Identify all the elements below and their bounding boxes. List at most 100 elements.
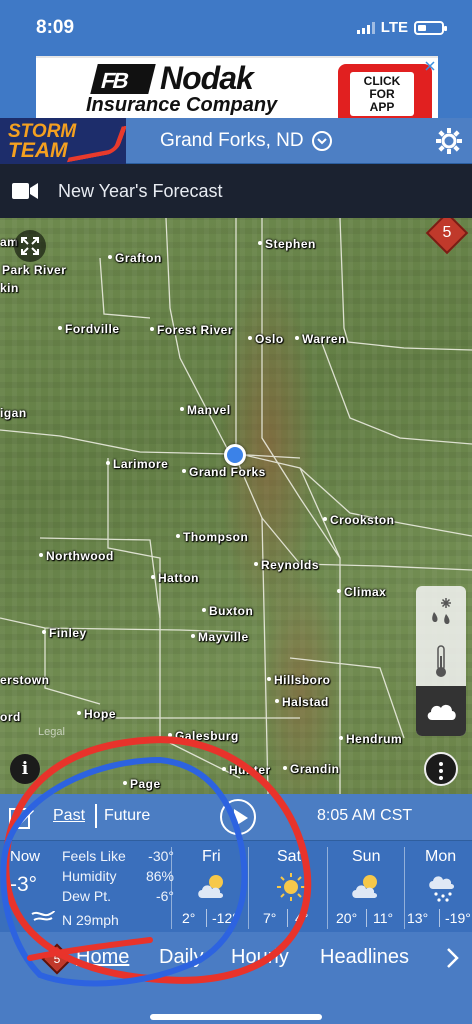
day-low: 4° — [295, 910, 309, 926]
play-button[interactable] — [220, 799, 256, 835]
alert-count: 5 — [442, 224, 452, 241]
map-town-label: Hunter — [222, 763, 271, 777]
chevron-right-icon[interactable] — [444, 946, 462, 970]
cloud-icon — [427, 704, 456, 720]
map-layer-selector — [416, 586, 466, 736]
map-town-label: Mayville — [191, 630, 249, 644]
map-town-label: Hope — [77, 707, 116, 721]
day-name: Fri — [202, 848, 221, 865]
precipitation-icon — [432, 598, 451, 624]
now-label: Now — [10, 848, 41, 865]
humidity-label: Humidity — [62, 868, 117, 884]
map-town-label: Stephen — [258, 237, 316, 251]
layer-clouds-button[interactable] — [416, 686, 466, 736]
road-network — [0, 218, 472, 794]
day-high: 20° — [336, 910, 358, 926]
chevron-down-icon — [311, 131, 332, 151]
map-town-label: Grandin — [283, 762, 340, 776]
nav-hourly[interactable]: Hourly — [231, 946, 289, 969]
past-toggle[interactable]: Past — [53, 807, 85, 825]
ad-logo: FB — [90, 64, 156, 94]
network-type: LTE — [380, 19, 408, 36]
toggle-divider — [95, 804, 97, 828]
nav-alert-count: 5 — [53, 952, 61, 966]
day-low: -19° — [445, 910, 471, 926]
clock: 8:09 — [36, 17, 75, 38]
layer-precip-button[interactable] — [416, 586, 466, 636]
day-high: 7° — [263, 910, 277, 926]
storm-team-logo: STORM TEAM — [0, 118, 126, 164]
map-town-label: Larimore — [105, 457, 169, 471]
day-name: Sun — [352, 848, 381, 865]
map-town-label: Forest River — [149, 323, 234, 337]
forecast-strip: Now -3° Feels Like -30° Humidity 86% Dew P… — [0, 840, 472, 932]
map-town-label: Grafton — [108, 251, 162, 265]
signal-icon — [356, 21, 375, 34]
map-town-label: Galesburg — [168, 729, 239, 743]
map-town-label: Hendrum — [338, 732, 403, 746]
sunny-icon — [277, 873, 305, 901]
wind-icon — [31, 910, 55, 921]
ad-cta-button[interactable]: CLICK FOR APP — [338, 64, 432, 120]
day-low: -12° — [212, 910, 238, 926]
partly-cloudy-icon — [352, 875, 377, 898]
network-status: LTE — [356, 19, 447, 36]
info-button[interactable]: i — [10, 754, 40, 784]
nav-home[interactable]: Home — [76, 946, 129, 969]
gear-icon[interactable] — [434, 126, 464, 156]
playback-bar: Past Future 8:05 AM CST — [0, 794, 472, 840]
app-header: STORM TEAM Grand Forks, ND — [0, 118, 472, 164]
feels-like-label: Feels Like — [62, 848, 126, 864]
future-toggle[interactable]: Future — [104, 807, 150, 825]
map-town-label: Climax — [336, 585, 387, 599]
legal-link[interactable]: Legal — [38, 726, 65, 738]
day-low: 11° — [373, 910, 394, 926]
map-town-label: Halstad — [275, 695, 329, 709]
current-conditions: Feels Like -30° Humidity 86% Dew Pt. -6° — [62, 848, 174, 908]
dew-point-label: Dew Pt. — [62, 888, 112, 904]
edit-icon[interactable] — [8, 804, 36, 830]
home-indicator — [150, 1014, 322, 1020]
map-town-label: Buxton — [201, 604, 254, 618]
day-high: 2° — [182, 910, 196, 926]
snow-icon — [429, 876, 454, 902]
forecast-day-fri[interactable]: Fri 2° -12° — [172, 841, 248, 933]
bottom-nav: 5 Home Daily Hourly Headlines — [0, 932, 472, 1024]
video-forecast-bar[interactable]: New Year's Forecast — [0, 164, 472, 218]
map-town-label: erstown — [0, 673, 50, 687]
forecast-day-mon[interactable]: Mon 13° -19° — [405, 841, 472, 933]
nav-headlines[interactable]: Headlines — [320, 946, 409, 969]
map-town-label: Reynolds — [253, 558, 320, 572]
day-name: Sat — [277, 848, 302, 865]
more-options-button[interactable] — [424, 752, 458, 786]
day-high: 13° — [407, 910, 429, 926]
map-town-label: Crookston — [323, 513, 395, 527]
layer-temperature-button[interactable] — [416, 636, 466, 686]
expand-icon — [21, 237, 39, 255]
day-name: Mon — [425, 848, 457, 865]
dew-point-value: -6° — [155, 888, 174, 904]
partly-cloudy-icon — [198, 875, 223, 898]
thermometer-icon — [436, 645, 446, 677]
forecast-day-sat[interactable]: Sat 7° 4° — [249, 841, 327, 933]
expand-map-button[interactable] — [14, 230, 46, 262]
map-town-label: Hillsboro — [267, 673, 331, 687]
map-town-label: Finley — [42, 626, 87, 640]
location-selector[interactable]: Grand Forks, ND — [160, 130, 332, 152]
location-name: Grand Forks, ND — [160, 130, 304, 151]
map-town-label: igan — [0, 406, 27, 420]
map-town-label: Warren — [295, 332, 346, 346]
ad-banner[interactable]: FB Nodak Insurance Company CLICK FOR APP — [36, 56, 438, 120]
radar-map[interactable]: Stephen Grafton Park River kin Fordville… — [0, 218, 472, 794]
feels-like-value: -30° — [148, 848, 174, 864]
map-town-label: Page — [123, 777, 161, 791]
map-town-label: Park River — [2, 263, 67, 277]
humidity-value: 86% — [145, 868, 174, 884]
wind-value: N 29mph — [62, 912, 119, 928]
battery-icon — [414, 20, 447, 35]
status-bar: 8:09 LTE — [0, 0, 472, 52]
nav-daily[interactable]: Daily — [159, 946, 203, 969]
ad-close-icon[interactable] — [424, 60, 436, 72]
forecast-day-sun[interactable]: Sun 20° 11° — [328, 841, 404, 933]
map-town-label: Northwood — [39, 549, 114, 563]
